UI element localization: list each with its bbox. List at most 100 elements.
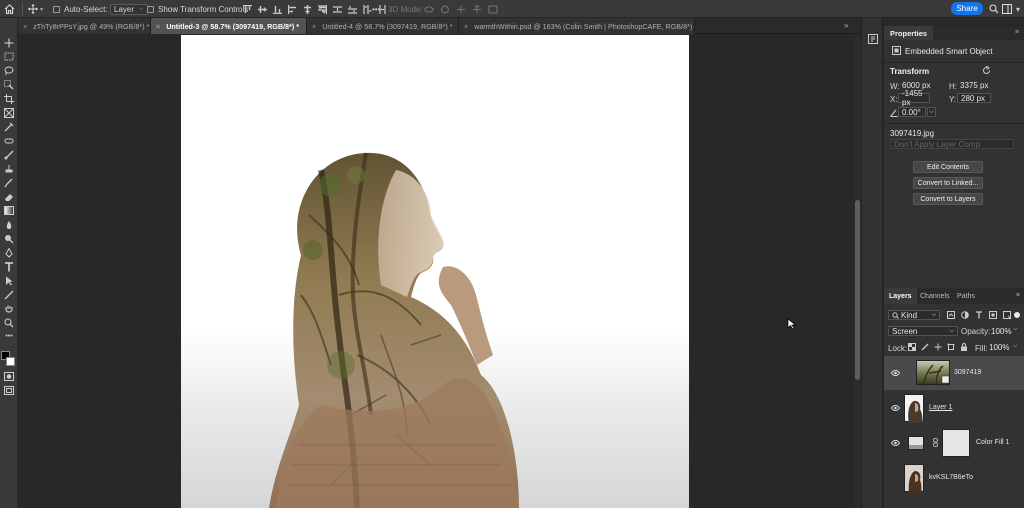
search-icon[interactable] <box>989 0 999 18</box>
tab-document-2[interactable]: × Untitled-3 @ 58.7% (3097419, RGB/8*) * <box>151 18 307 34</box>
angle-field[interactable]: 0.00° <box>898 107 926 117</box>
angle-dropdown[interactable]: ⌵ <box>927 107 936 117</box>
brush-tool[interactable] <box>3 149 15 160</box>
3d-scale-icon[interactable] <box>488 5 498 14</box>
close-tab-icon[interactable]: × <box>156 22 160 31</box>
pen-tool[interactable] <box>3 247 15 258</box>
filter-toggle[interactable] <box>1014 312 1020 318</box>
lock-transparent-icon[interactable] <box>908 343 916 351</box>
tabs-overflow-icon[interactable]: » <box>844 21 848 30</box>
lock-all-icon[interactable] <box>960 343 968 351</box>
show-transform-checkbox[interactable]: Show Transform Controls <box>147 0 248 18</box>
tab-document-4[interactable]: × warmthWithin.psd @ 163% (Colin Smith | … <box>459 18 695 34</box>
shape-filter-icon[interactable] <box>989 311 997 319</box>
layer-row-kvksl7b6eto[interactable]: kvKSL7B6eTo <box>884 461 1024 495</box>
visibility-eye-icon[interactable] <box>890 439 900 447</box>
layer-row-color-fill-1[interactable]: Color Fill 1 <box>884 426 1024 460</box>
crop-tool[interactable] <box>3 93 15 104</box>
blend-mode-dropdown[interactable]: Screen ⌵ <box>888 326 958 336</box>
distribute-left-icon[interactable] <box>363 4 372 14</box>
align-left-icon[interactable] <box>288 4 297 14</box>
home-icon[interactable] <box>4 0 15 18</box>
height-field[interactable]: 3375 px <box>957 80 993 90</box>
align-top-icon[interactable] <box>243 4 252 14</box>
lasso-tool[interactable] <box>3 65 15 76</box>
distribute-bottom-icon[interactable] <box>348 5 357 14</box>
vertical-scrollbar[interactable] <box>854 35 861 508</box>
eyedropper-tool[interactable] <box>3 121 15 132</box>
move-tool-icon[interactable]: ▾ <box>28 0 43 18</box>
smart-object-filter-icon[interactable] <box>1003 311 1011 319</box>
layer-row-3097419[interactable]: 3097419 <box>884 356 1024 390</box>
lock-position-icon[interactable] <box>934 343 942 351</box>
layers-panel-menu-icon[interactable]: ≡ <box>1016 292 1020 299</box>
3d-drag-icon[interactable] <box>456 5 466 14</box>
hand-tool[interactable] <box>3 303 15 314</box>
layer-mask-thumbnail[interactable] <box>942 429 970 457</box>
eraser-tool[interactable] <box>3 191 15 202</box>
mask-link-icon[interactable] <box>933 438 938 447</box>
visibility-hidden-icon[interactable] <box>890 474 900 482</box>
3d-roll-icon[interactable] <box>440 5 450 14</box>
layer-name[interactable]: 3097419 <box>954 369 981 376</box>
fill-dropdown-icon[interactable]: ⌵ <box>1013 343 1018 350</box>
scrollbar-thumb[interactable] <box>855 200 860 380</box>
lock-image-icon[interactable] <box>921 343 929 351</box>
visibility-eye-icon[interactable] <box>890 404 900 412</box>
opacity-dropdown-icon[interactable]: ⌵ <box>1013 326 1018 333</box>
edit-contents-button[interactable]: Edit Contents <box>913 161 983 173</box>
align-center-icon[interactable] <box>303 4 312 14</box>
screen-mode-icon[interactable] <box>3 385 15 396</box>
more-options-button[interactable]: ••• <box>372 0 380 18</box>
properties-panel-icon[interactable] <box>868 34 878 44</box>
pixel-filter-icon[interactable] <box>947 311 955 319</box>
dodge-tool[interactable] <box>3 233 15 244</box>
healing-brush-tool[interactable] <box>3 135 15 146</box>
path-selection-tool[interactable] <box>3 275 15 286</box>
type-tool[interactable] <box>3 261 15 272</box>
share-button[interactable]: Share <box>951 2 983 15</box>
gradient-tool[interactable] <box>3 205 15 216</box>
fill-field[interactable]: 100% <box>986 342 1012 352</box>
align-middle-icon[interactable] <box>258 5 267 14</box>
blur-tool[interactable] <box>3 219 15 230</box>
quick-mask-icon[interactable] <box>3 371 15 382</box>
workspace-icon[interactable] <box>1002 0 1012 18</box>
layer-name[interactable]: Layer 1 <box>929 404 952 411</box>
layer-name[interactable]: kvKSL7B6eTo <box>929 474 973 481</box>
marquee-tool[interactable] <box>3 51 15 62</box>
lock-artboard-icon[interactable] <box>947 343 955 351</box>
zoom-tool[interactable] <box>3 317 15 328</box>
layer-dropdown[interactable]: Layer ⌵ <box>110 3 148 15</box>
close-tab-icon[interactable]: × <box>23 22 27 31</box>
panel-menu-icon[interactable]: ≡ <box>1015 29 1019 36</box>
adjustment-filter-icon[interactable] <box>961 311 969 319</box>
align-bottom-icon[interactable] <box>273 5 282 14</box>
distribute-middle-icon[interactable] <box>333 5 342 14</box>
3d-slide-icon[interactable] <box>472 4 482 14</box>
convert-to-layers-button[interactable]: Convert to Layers <box>913 193 983 205</box>
clone-stamp-tool[interactable] <box>3 163 15 174</box>
auto-select-checkbox[interactable]: Auto-Select: <box>53 0 108 18</box>
properties-title[interactable]: Properties <box>884 26 934 40</box>
edit-toolbar-icon[interactable]: ••• <box>3 331 15 342</box>
y-position-field[interactable]: 280 px <box>957 93 991 103</box>
type-filter-icon[interactable] <box>975 311 983 319</box>
background-color-swatch[interactable] <box>6 357 15 366</box>
opacity-field[interactable]: 100% <box>988 326 1012 336</box>
layer-filter-dropdown[interactable]: Kind ⌵ <box>888 310 940 320</box>
frame-tool[interactable] <box>3 107 15 118</box>
close-tab-icon[interactable]: × <box>464 22 468 31</box>
shape-tool[interactable] <box>3 289 15 300</box>
x-position-field[interactable]: -1455 px <box>898 89 930 107</box>
tab-paths[interactable]: Paths <box>952 288 980 304</box>
distribute-top-icon[interactable] <box>318 4 327 14</box>
object-selection-tool[interactable] <box>3 79 15 90</box>
layer-row-layer-1[interactable]: Layer 1 <box>884 391 1024 425</box>
reset-transform-icon[interactable] <box>982 66 991 75</box>
tab-channels[interactable]: Channels <box>915 288 955 304</box>
history-brush-tool[interactable] <box>3 177 15 188</box>
3d-orbit-icon[interactable] <box>424 5 434 14</box>
workspace-menu-icon[interactable]: ▾ <box>1016 0 1020 18</box>
tab-document-1[interactable]: × zThTy8rPPsY.jpg @ 49% (RGB/8*) * <box>18 18 151 34</box>
